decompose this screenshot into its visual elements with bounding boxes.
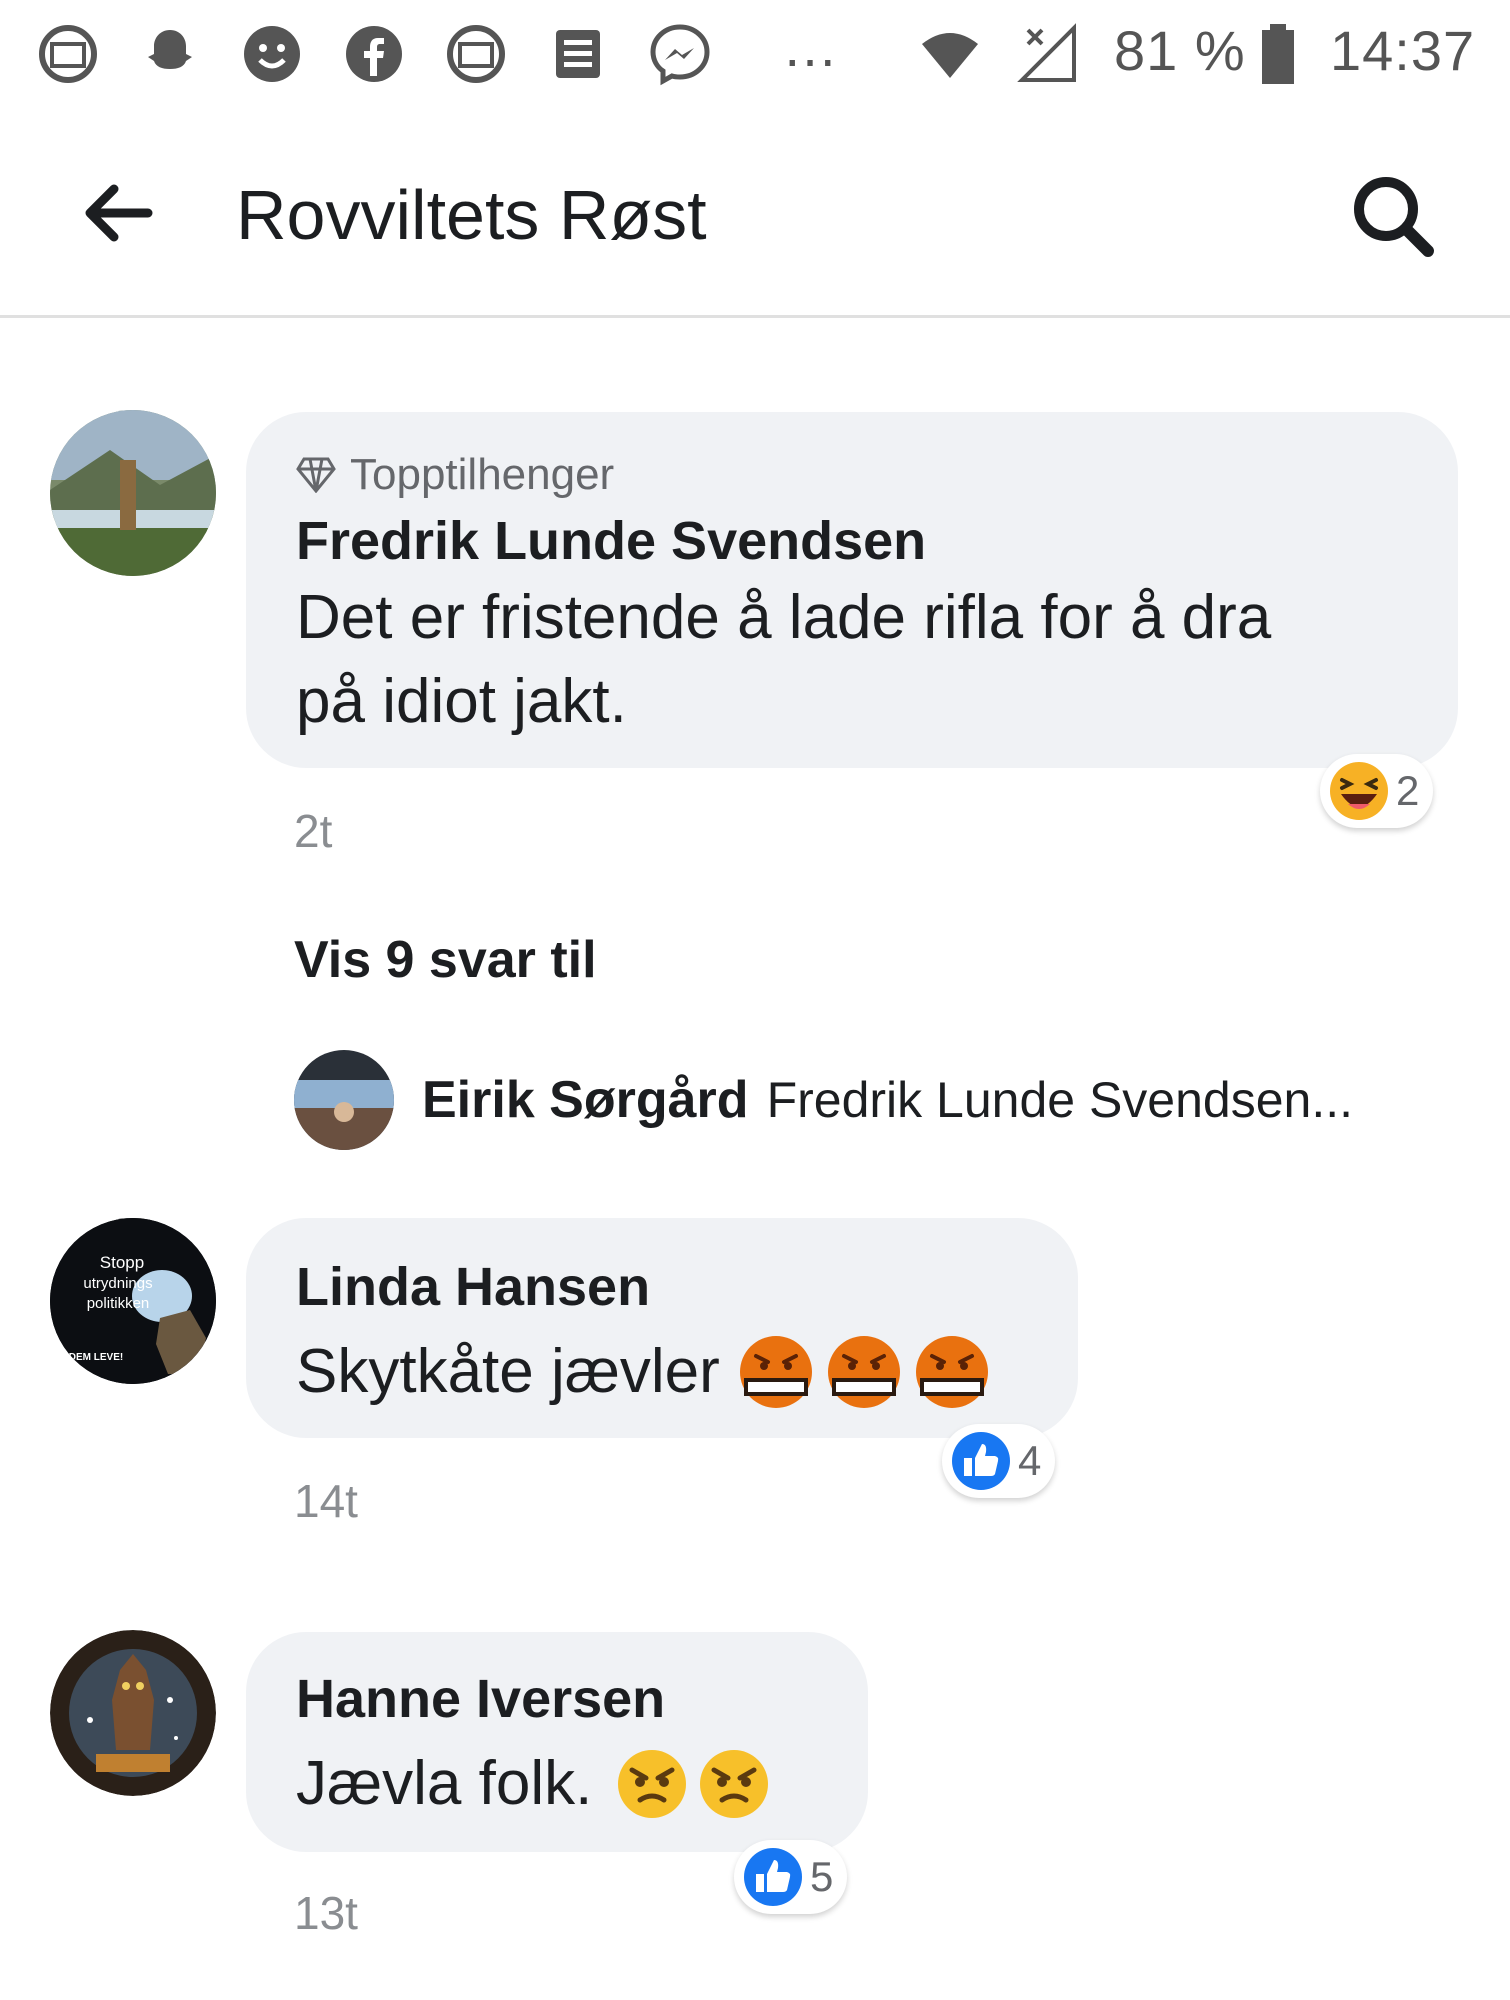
avatar[interactable]: [50, 410, 216, 576]
reply-snippet: Fredrik Lunde Svendsen...: [766, 1072, 1354, 1128]
smiley-app-icon: [240, 22, 304, 86]
avatar-text: utrydnings: [83, 1275, 152, 1292]
top-fan-badge: Topptilhenger: [296, 450, 614, 500]
search-icon: [1354, 177, 1434, 257]
like-reaction-icon: [744, 1848, 802, 1906]
comment-text: Skytkåte jævler: [296, 1337, 720, 1406]
messenger-icon: [648, 22, 712, 86]
avatar[interactable]: Stopp utrydnings politikken DEM LEVE!: [50, 1218, 216, 1384]
wifi-icon: [918, 22, 982, 86]
comment-author[interactable]: Linda Hansen: [296, 1256, 650, 1318]
page-title: Rovviltets Røst: [236, 176, 707, 254]
search-button[interactable]: [1348, 171, 1438, 261]
comment-bubble[interactable]: Topptilhenger Fredrik Lunde Svendsen Det…: [246, 412, 1458, 768]
snapchat-icon: [138, 22, 202, 86]
comment-text-row: Jævla folk.: [296, 1742, 770, 1826]
avatar-text: politikken: [87, 1295, 150, 1312]
comment-text-line-2: på idiot jakt.: [296, 667, 627, 736]
comment-author[interactable]: Hanne Iversen: [296, 1668, 665, 1730]
cursing-face-emoji-icon: [915, 1336, 988, 1408]
badge-label: Topptilhenger: [350, 450, 615, 499]
comment-time: 2t: [294, 805, 333, 857]
comment-time: 14t: [294, 1475, 358, 1527]
angry-face-emoji-icon: [700, 1750, 769, 1818]
back-button[interactable]: [78, 173, 158, 253]
news-icon: [546, 22, 610, 86]
reply-author: Eirik Sørgård: [422, 1071, 749, 1129]
reaction-summary[interactable]: 5: [734, 1840, 848, 1914]
comment-bubble[interactable]: Hanne Iversen Jævla folk.: [246, 1632, 868, 1852]
like-reaction-icon: [952, 1432, 1010, 1490]
cursing-face-emoji-icon: [739, 1336, 812, 1408]
facebook-icon: [342, 22, 406, 86]
sf-app-icon: [36, 22, 100, 86]
comment-author[interactable]: Fredrik Lunde Svendsen: [296, 510, 926, 572]
status-bar: … 81 % 14:37: [0, 0, 1510, 105]
arrow-left-icon: [85, 184, 153, 242]
signal-icon: [1016, 22, 1080, 86]
comment-text-line-1: Det er fristende å lade rifla for å dra: [296, 583, 1272, 652]
app-header: Rovviltets Røst: [0, 105, 1510, 318]
avatar[interactable]: [50, 1630, 216, 1796]
reaction-summary[interactable]: 2: [1320, 754, 1434, 828]
reaction-count: 5: [810, 1853, 834, 1900]
avatar-text: DEM LEVE!: [69, 1352, 123, 1363]
cursing-face-emoji-icon: [827, 1336, 900, 1408]
avatar-text: Stopp: [100, 1253, 144, 1272]
diamond-icon: [296, 457, 336, 493]
reaction-count: 2: [1396, 767, 1420, 814]
comment-time: 13t: [294, 1887, 358, 1939]
clock: 14:37: [1330, 19, 1476, 82]
angry-face-emoji-icon: [618, 1750, 687, 1818]
reaction-count: 4: [1018, 1437, 1042, 1484]
haha-reaction-icon: [1330, 762, 1388, 820]
battery-percent: 81 %: [1114, 19, 1246, 82]
reply-preview[interactable]: Eirik Sørgård Fredrik Lunde Svendsen...: [294, 1048, 1353, 1152]
battery-icon: [1246, 22, 1310, 86]
reaction-summary[interactable]: 4: [942, 1424, 1056, 1498]
view-more-replies-link[interactable]: Vis 9 svar til: [294, 930, 597, 990]
comment-bubble[interactable]: Linda Hansen Skytkåte jævler: [246, 1218, 1078, 1438]
sf-app-icon-2: [444, 22, 508, 86]
comment-text: Jævla folk.: [296, 1749, 593, 1818]
comment-text-row: Skytkåte jævler: [296, 1330, 990, 1414]
avatar: [294, 1050, 394, 1150]
overflow-indicator: …: [782, 15, 839, 78]
